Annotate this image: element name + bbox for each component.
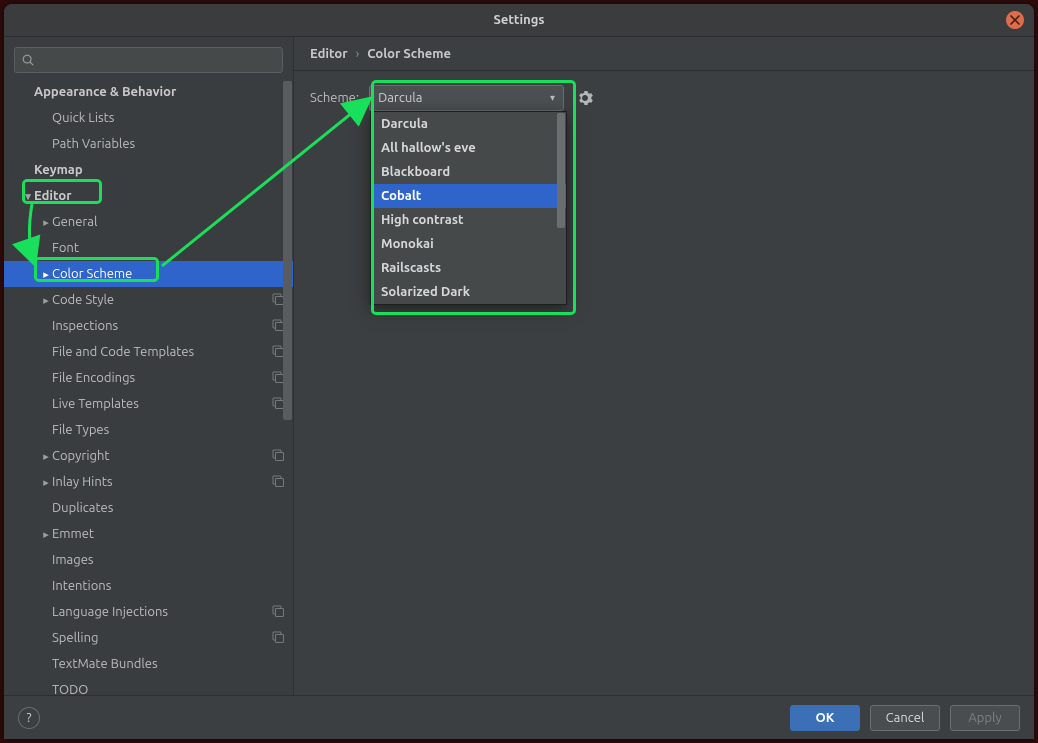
tree-item-label: Keymap — [34, 163, 271, 177]
tree-item-label: Duplicates — [52, 501, 271, 515]
content-area: Scheme: Darcula ▾ DarculaAll hallow's ev… — [294, 71, 1034, 695]
titlebar: Settings — [4, 4, 1034, 36]
tree-item-label: Inspections — [52, 319, 271, 333]
dropdown-scrollbar[interactable] — [557, 113, 565, 228]
settings-window: Settings ▸Appearance & Behavior▸Quick Li… — [4, 4, 1034, 739]
tree-item-label: Color Scheme — [52, 267, 271, 281]
chevron-right-icon: ▸ — [40, 528, 52, 541]
breadcrumb-part-color-scheme: Color Scheme — [367, 47, 451, 61]
settings-tree: ▸Appearance & Behavior▸Quick Lists▸Path … — [4, 79, 293, 695]
close-icon — [1010, 15, 1020, 25]
chevron-right-icon: ▸ — [40, 268, 52, 281]
tree-item-language-injections[interactable]: ▸Language Injections — [4, 599, 293, 625]
tree-item-label: Font — [52, 241, 271, 255]
chevron-right-icon: ▸ — [40, 476, 52, 489]
tree-item-inlay-hints[interactable]: ▸Inlay Hints — [4, 469, 293, 495]
scheme-option-darcula[interactable]: Darcula — [371, 112, 566, 136]
sidebar-scrollbar[interactable] — [282, 79, 293, 695]
breadcrumb-separator-icon: › — [356, 47, 360, 61]
tree-item-label: Copyright — [52, 449, 271, 463]
scheme-option-blackboard[interactable]: Blackboard — [371, 160, 566, 184]
chevron-right-icon: ▸ — [40, 294, 52, 307]
tree-item-intentions[interactable]: ▸Intentions — [4, 573, 293, 599]
tree-item-quick-lists[interactable]: ▸Quick Lists — [4, 105, 293, 131]
breadcrumb: Editor › Color Scheme — [294, 37, 1034, 71]
chevron-down-icon: ▾ — [550, 92, 555, 104]
close-button[interactable] — [1006, 11, 1024, 29]
tree-item-emmet[interactable]: ▸Emmet — [4, 521, 293, 547]
settings-search-input[interactable] — [14, 47, 283, 73]
scrollbar-thumb[interactable] — [283, 81, 292, 420]
scheme-settings-button[interactable] — [574, 87, 596, 109]
scheme-option-solarized-dark[interactable]: Solarized Dark — [371, 280, 566, 304]
window-body: ▸Appearance & Behavior▸Quick Lists▸Path … — [4, 36, 1034, 695]
tree-item-label: Emmet — [52, 527, 271, 541]
tree-item-label: Inlay Hints — [52, 475, 271, 489]
chevron-right-icon: ▸ — [40, 450, 52, 463]
scheme-option-railscasts[interactable]: Railscasts — [371, 256, 566, 280]
tree-item-code-style[interactable]: ▸Code Style — [4, 287, 293, 313]
scheme-selected-value: Darcula — [378, 91, 422, 105]
tree-item-path-variables[interactable]: ▸Path Variables — [4, 131, 293, 157]
tree-item-label: Appearance & Behavior — [34, 85, 271, 99]
tree-item-general[interactable]: ▸General — [4, 209, 293, 235]
scheme-option-high-contrast[interactable]: High contrast — [371, 208, 566, 232]
tree-item-label: Code Style — [52, 293, 271, 307]
apply-button[interactable]: Apply — [950, 705, 1020, 731]
tree-item-label: Quick Lists — [52, 111, 271, 125]
scheme-dropdown[interactable]: DarculaAll hallow's eveBlackboardCobaltH… — [370, 111, 567, 305]
tree-item-label: File Encodings — [52, 371, 271, 385]
tree-item-inspections[interactable]: ▸Inspections — [4, 313, 293, 339]
tree-item-label: TextMate Bundles — [52, 657, 271, 671]
sidebar: ▸Appearance & Behavior▸Quick Lists▸Path … — [4, 37, 294, 695]
tree-item-label: File Types — [52, 423, 271, 437]
search-icon — [21, 53, 35, 67]
gear-icon — [577, 90, 593, 106]
scheme-option-all-hallow-s-eve[interactable]: All hallow's eve — [371, 136, 566, 160]
tree-item-label: Intentions — [52, 579, 271, 593]
tree-item-keymap[interactable]: ▸Keymap — [4, 157, 293, 183]
footer: ? OK Cancel Apply — [4, 695, 1034, 739]
chevron-down-icon: ▾ — [22, 190, 34, 203]
tree-item-live-templates[interactable]: ▸Live Templates — [4, 391, 293, 417]
tree-item-appearance-behavior[interactable]: ▸Appearance & Behavior — [4, 79, 293, 105]
tree-item-label: Language Injections — [52, 605, 271, 619]
tree-item-label: Editor — [34, 189, 271, 203]
breadcrumb-part-editor[interactable]: Editor — [310, 47, 348, 61]
tree-item-label: File and Code Templates — [52, 345, 271, 359]
main-panel: Editor › Color Scheme Scheme: Darcula ▾ — [294, 37, 1034, 695]
tree-item-duplicates[interactable]: ▸Duplicates — [4, 495, 293, 521]
tree-item-file-encodings[interactable]: ▸File Encodings — [4, 365, 293, 391]
tree-item-spelling[interactable]: ▸Spelling — [4, 625, 293, 651]
scheme-option-cobalt[interactable]: Cobalt — [371, 184, 566, 208]
tree-item-todo[interactable]: ▸TODO — [4, 677, 293, 695]
tree-item-label: TODO — [52, 683, 271, 695]
ok-button[interactable]: OK — [790, 705, 860, 731]
tree-item-font[interactable]: ▸Font — [4, 235, 293, 261]
tree-item-label: Path Variables — [52, 137, 271, 151]
tree-item-label: Spelling — [52, 631, 271, 645]
tree-item-file-and-code-templates[interactable]: ▸File and Code Templates — [4, 339, 293, 365]
tree-item-label: General — [52, 215, 271, 229]
tree-item-label: Live Templates — [52, 397, 271, 411]
window-title: Settings — [493, 13, 544, 27]
scheme-label: Scheme: — [310, 91, 359, 105]
tree-item-images[interactable]: ▸Images — [4, 547, 293, 573]
tree-item-file-types[interactable]: ▸File Types — [4, 417, 293, 443]
tree-item-color-scheme[interactable]: ▸Color Scheme — [4, 261, 293, 287]
cancel-button[interactable]: Cancel — [870, 705, 940, 731]
tree-item-editor[interactable]: ▾Editor — [4, 183, 293, 209]
scheme-option-monokai[interactable]: Monokai — [371, 232, 566, 256]
chevron-right-icon: ▸ — [40, 216, 52, 229]
scheme-combobox[interactable]: Darcula ▾ — [369, 85, 564, 111]
tree-item-copyright[interactable]: ▸Copyright — [4, 443, 293, 469]
help-button[interactable]: ? — [18, 707, 40, 729]
tree-item-textmate-bundles[interactable]: ▸TextMate Bundles — [4, 651, 293, 677]
tree-item-label: Images — [52, 553, 271, 567]
